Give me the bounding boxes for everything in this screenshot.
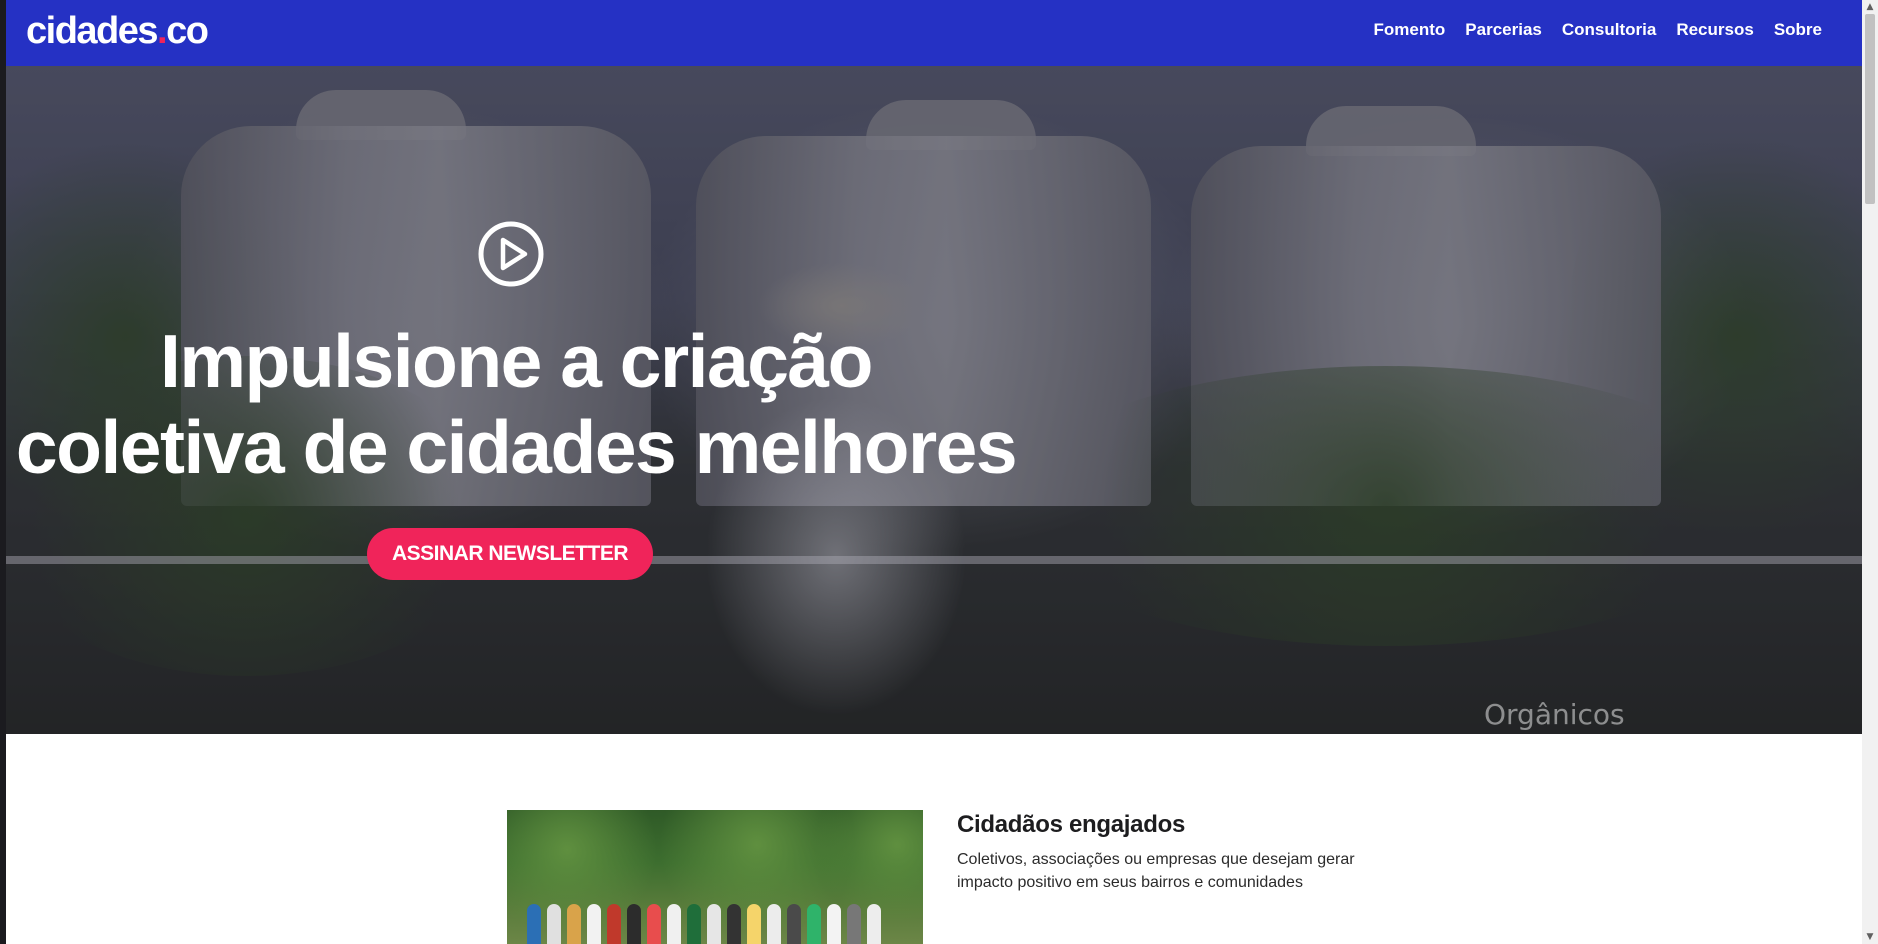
hero-headline: Impulsione a criação coletiva de cidades… (6, 318, 1026, 490)
page-scrollbar[interactable]: ▲ ▼ (1862, 0, 1878, 944)
page: cidades.co Fomento Parcerias Consultoria… (6, 0, 1862, 944)
nav-item-sobre[interactable]: Sobre (1774, 20, 1822, 40)
hero-video: Orgânicos Impulsione a criação coletiva … (6, 66, 1862, 734)
feature-title: Cidadãos engajados (957, 811, 1185, 838)
logo-main: cidades (26, 10, 159, 52)
nav-item-recursos[interactable]: Recursos (1676, 20, 1753, 40)
site-logo[interactable]: cidades.co (26, 8, 209, 54)
video-watermark: Orgânicos (1484, 698, 1625, 731)
scroll-down-arrow-icon[interactable]: ▼ (1865, 932, 1875, 942)
feature-image-crowd (527, 892, 907, 944)
feature-description: Coletivos, associações ou empresas que d… (957, 851, 1355, 891)
scrollbar-thumb[interactable] (1865, 14, 1875, 204)
nav-item-consultoria[interactable]: Consultoria (1562, 20, 1656, 40)
scroll-up-arrow-icon[interactable]: ▲ (1865, 2, 1875, 12)
hero-headline-line2: coletiva de cidades melhores (15, 405, 1018, 489)
main-nav: Fomento Parcerias Consultoria Recursos S… (1374, 0, 1822, 60)
nav-item-fomento[interactable]: Fomento (1374, 20, 1446, 40)
newsletter-button[interactable]: ASSINAR NEWSLETTER (367, 528, 653, 580)
logo-dot: . (157, 10, 168, 52)
play-circle-icon[interactable] (478, 221, 544, 287)
logo-tld: co (166, 10, 209, 52)
feature-image (507, 810, 923, 944)
hero-headline-line1: Impulsione a criação (160, 319, 873, 403)
site-header: cidades.co Fomento Parcerias Consultoria… (6, 0, 1862, 66)
nav-item-parcerias[interactable]: Parcerias (1465, 20, 1542, 40)
